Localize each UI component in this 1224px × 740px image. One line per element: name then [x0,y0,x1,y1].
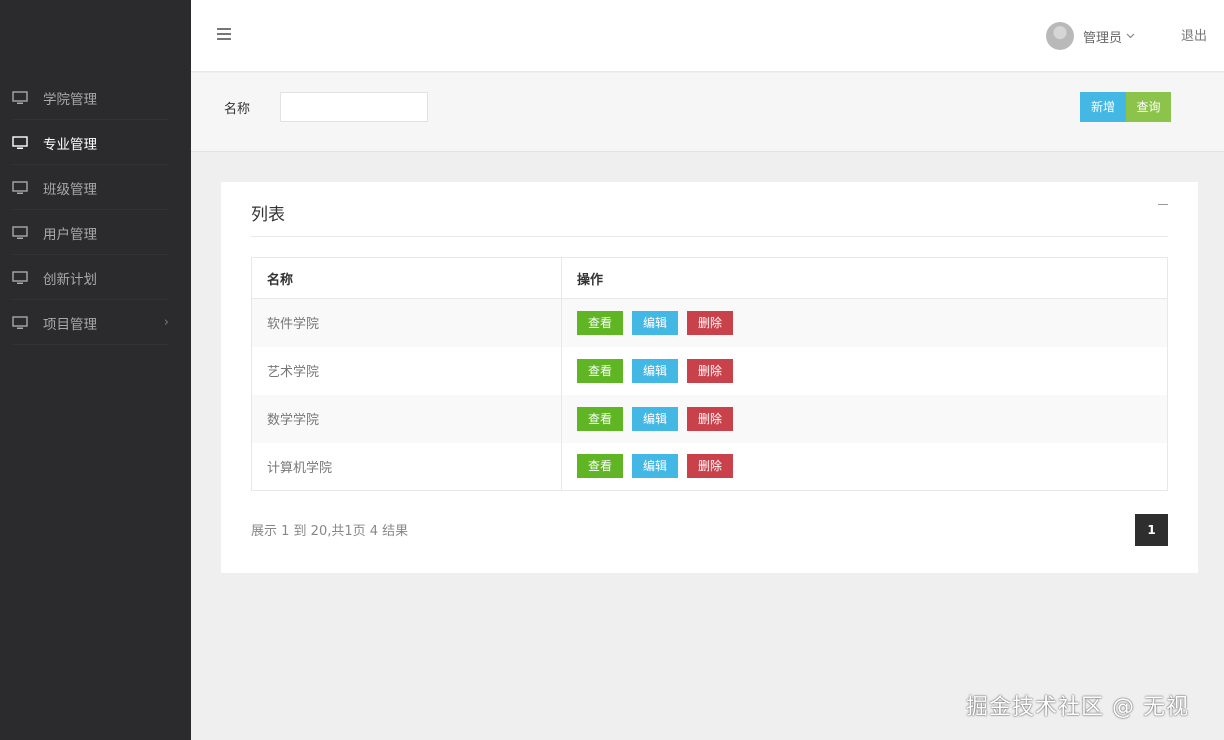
monitor-icon [12,270,28,284]
query-button[interactable]: 查询 [1126,92,1171,122]
sidebar-item-label: 班级管理 [43,181,97,198]
sidebar-item-label: 创新计划 [43,271,97,288]
edit-button[interactable]: 编辑 [632,406,678,431]
sidebar-item-user[interactable]: 用户管理 [0,210,191,255]
view-button[interactable]: 查看 [577,406,623,431]
row-actions: 查看 编辑 删除 [562,443,1168,491]
sidebar-item-innovation[interactable]: 创新计划 [0,255,191,300]
row-name: 数学学院 [251,394,562,443]
delete-button[interactable]: 删除 [687,454,733,479]
delete-button[interactable]: 删除 [687,310,733,335]
view-button[interactable]: 查看 [577,310,623,335]
table-row: 软件学院 查看 编辑 删除 [251,298,1168,347]
edit-button[interactable]: 编辑 [632,310,678,335]
name-filter-input[interactable] [280,92,428,122]
monitor-icon [12,90,28,104]
delete-button[interactable]: 删除 [687,358,733,383]
monitor-icon [12,315,28,329]
sidebar-item-label: 用户管理 [43,226,97,243]
table-row: 计算机学院 查看 编辑 删除 [251,442,1168,491]
add-button[interactable]: 新增 [1080,92,1126,122]
sidebar-item-label: 专业管理 [43,136,97,153]
chevron-down-icon [1126,33,1135,39]
card-title: 列表 [251,205,285,225]
sidebar-item-class[interactable]: 班级管理 [0,165,191,210]
sidebar-item-label: 学院管理 [43,91,97,108]
monitor-icon [12,180,28,194]
delete-button[interactable]: 删除 [687,406,733,431]
view-button[interactable]: 查看 [577,454,623,479]
row-actions: 查看 编辑 删除 [561,298,1168,347]
menu-toggle-icon[interactable] [217,28,231,40]
row-actions: 查看 编辑 删除 [561,394,1168,443]
top-header: 管理员 退出 [191,0,1224,72]
monitor-icon [12,225,28,239]
view-button[interactable]: 查看 [577,358,623,383]
monitor-icon [12,135,28,149]
table-row: 数学学院 查看 编辑 删除 [251,394,1168,443]
table-header-row: 名称 操作 [251,257,1168,299]
row-name: 计算机学院 [251,442,562,491]
row-name: 艺术学院 [251,346,562,395]
sidebar-item-project[interactable]: 项目管理 › [0,300,191,345]
row-name: 软件学院 [251,298,562,347]
watermark: 掘金技术社区 @ 无视 [966,695,1189,720]
row-actions: 查看 编辑 删除 [562,347,1168,395]
data-table: 名称 操作 软件学院 查看 编辑 删除 艺术学院 查看 编辑 删除 数学学院 查看 编辑删… [251,257,1168,491]
pagination-info: 展示 1 到 20,共1页 4 结果 [251,524,409,539]
logout-link[interactable]: 退出 [1181,25,1207,44]
search-bar: 名称 新增 查询 [191,73,1224,152]
collapse-icon[interactable] [1153,196,1173,214]
pagination-page-current[interactable]: 1 [1135,514,1168,546]
edit-button[interactable]: 编辑 [632,454,678,479]
column-header-name: 名称 [251,257,562,299]
sidebar-item-label: 项目管理 [43,316,97,333]
card-divider [251,236,1168,237]
sidebar-item-major[interactable]: 专业管理 [0,120,191,165]
avatar [1046,22,1074,50]
edit-button[interactable]: 编辑 [632,358,678,383]
name-filter-label: 名称 [224,102,251,117]
sidebar: 学院管理 专业管理 班级管理 用户管理 创新计划 项目管理 › [0,0,191,740]
user-menu[interactable]: 管理员 [1046,22,1135,50]
sidebar-menu: 学院管理 专业管理 班级管理 用户管理 创新计划 项目管理 › [0,75,191,345]
chevron-right-icon: › [163,314,169,330]
table-row: 艺术学院 查看 编辑 删除 [251,346,1168,395]
user-name: 管理员 [1083,30,1123,46]
column-header-actions: 操作 [561,257,1168,299]
sidebar-item-college[interactable]: 学院管理 [0,75,191,120]
search-actions: 新增 查询 [1080,92,1171,122]
list-card: 列表 名称 操作 软件学院 查看 编辑 删除 艺术学院 查看 编辑 删除 数学学… [221,182,1198,573]
